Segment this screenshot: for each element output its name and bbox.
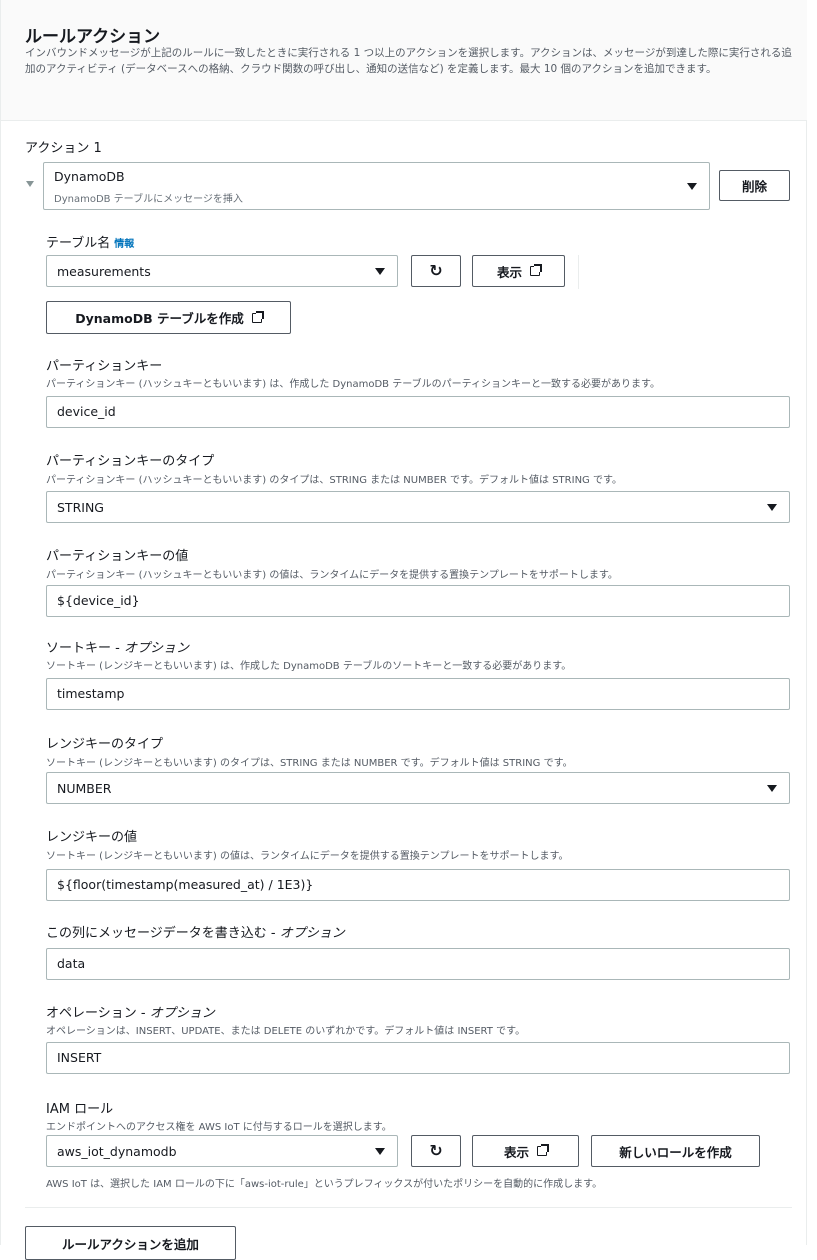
table-name-select[interactable]: measurements <box>46 255 398 287</box>
divider <box>578 255 579 289</box>
add-rule-action-label: ルールアクションを追加 <box>62 1237 199 1252</box>
partition-key-type-desc: パーティションキー (ハッシュキーともいいます) のタイプは、STRING また… <box>46 475 622 486</box>
partition-key-value-input[interactable]: ${device_id} <box>46 585 790 617</box>
partition-key-label: パーティションキー <box>46 359 163 374</box>
chevron-down-icon <box>687 183 697 190</box>
iam-role-label: IAM ロール <box>46 1102 114 1117</box>
create-table-label: DynamoDB テーブルを作成 <box>75 311 244 326</box>
refresh-icon: ↻ <box>429 261 443 280</box>
external-link-icon <box>537 1144 549 1156</box>
create-role-button[interactable]: 新しいロールを作成 <box>591 1135 760 1167</box>
refresh-icon: ↻ <box>429 1141 443 1160</box>
iam-role-desc: エンドポイントへのアクセス権を AWS IoT に付与するロールを選択します。 <box>46 1122 392 1133</box>
info-link[interactable]: 情報 <box>114 239 134 250</box>
table-name-label: テーブル名 情報 <box>46 232 134 251</box>
range-key-value-input[interactable]: ${floor(timestamp(measured_at) / 1E3)} <box>46 869 790 901</box>
range-key-type-select[interactable]: NUMBER <box>46 772 790 804</box>
external-link-icon <box>251 310 264 323</box>
range-key-type-label: レンジキーのタイプ <box>46 737 164 752</box>
optional-tag: オプション <box>279 926 345 941</box>
payload-column-label: この列にメッセージデータを書き込む - オプション <box>46 922 345 941</box>
action-service-desc: DynamoDB テーブルにメッセージを挿入 <box>54 194 243 205</box>
payload-column-label-text: この列にメッセージデータを書き込む - <box>46 926 280 941</box>
partition-key-value-desc: パーティションキー (ハッシュキーともいいます) の値は、ランタイムにデータを提… <box>46 570 618 581</box>
action-service-name: DynamoDB <box>54 169 125 184</box>
iam-role-value: aws_iot_dynamodb <box>57 1144 177 1159</box>
iam-role-select[interactable]: aws_iot_dynamodb <box>46 1135 398 1167</box>
view-role-button[interactable]: 表示 <box>472 1135 579 1167</box>
payload-column-input[interactable]: data <box>46 948 790 980</box>
collapse-caret-icon[interactable] <box>26 181 34 187</box>
panel-title: ルールアクション <box>25 27 161 47</box>
partition-key-input[interactable]: device_id <box>46 396 790 428</box>
optional-tag: オプション <box>149 1006 215 1021</box>
operation-label: オペレーション - オプション <box>46 1002 215 1021</box>
panel-description: インバウンドメッセージが上記のルールに一致したときに実行される 1 つ以上のアク… <box>25 47 792 75</box>
divider <box>25 1207 792 1208</box>
chevron-down-icon <box>767 785 777 792</box>
chevron-down-icon <box>767 504 777 511</box>
chevron-down-icon <box>375 1148 385 1155</box>
operation-label-text: オペレーション - <box>46 1006 150 1021</box>
range-key-value-label: レンジキーの値 <box>46 830 138 845</box>
view-role-label: 表示 <box>503 1144 529 1160</box>
refresh-role-button[interactable]: ↻ <box>411 1135 461 1167</box>
partition-key-value-label: パーティションキーの値 <box>46 549 189 564</box>
optional-tag: オプション <box>123 641 189 656</box>
range-key-type-desc: ソートキー (レンジキーともいいます) のタイプは、STRING または NUM… <box>46 758 573 769</box>
view-table-label: 表示 <box>496 264 522 280</box>
chevron-down-icon <box>375 268 385 275</box>
refresh-button[interactable]: ↻ <box>411 255 461 287</box>
sort-key-desc: ソートキー (レンジキーともいいます) は、作成した DynamoDB テーブル… <box>46 661 572 672</box>
sort-key-input[interactable]: timestamp <box>46 678 790 710</box>
add-rule-action-button[interactable]: ルールアクションを追加 <box>25 1226 236 1260</box>
sort-key-label-text: ソートキー - <box>46 641 124 656</box>
partition-key-desc: パーティションキー (ハッシュキーともいいます) は、作成した DynamoDB… <box>46 379 661 390</box>
partition-key-type-select[interactable]: STRING <box>46 491 790 523</box>
panel-header: ルールアクション インバウンドメッセージが上記のルールに一致したときに実行される… <box>1 0 807 121</box>
iam-role-note: AWS IoT は、選択した IAM ロールの下に「aws-iot-rule」と… <box>46 1179 603 1190</box>
table-name-label-text: テーブル名 <box>46 236 111 251</box>
operation-input[interactable]: INSERT <box>46 1042 790 1074</box>
range-key-value-desc: ソートキー (レンジキーともいいます) の値は、ランタイムにデータを提供する置換… <box>46 851 569 862</box>
delete-button[interactable]: 削除 <box>719 170 790 201</box>
rule-actions-panel: ルールアクション インバウンドメッセージが上記のルールに一致したときに実行される… <box>0 0 807 1260</box>
table-name-value: measurements <box>57 264 151 279</box>
external-link-icon <box>530 264 542 276</box>
view-table-button[interactable]: 表示 <box>472 255 565 287</box>
create-table-button[interactable]: DynamoDB テーブルを作成 <box>46 301 291 334</box>
action-label: アクション 1 <box>25 141 102 156</box>
action-type-select[interactable]: DynamoDB DynamoDB テーブルにメッセージを挿入 <box>43 162 710 210</box>
partition-key-type-value: STRING <box>57 500 104 515</box>
operation-desc: オペレーションは、INSERT、UPDATE、または DELETE のいずれかで… <box>46 1026 526 1037</box>
partition-key-type-label: パーティションキーのタイプ <box>46 454 215 469</box>
range-key-type-value: NUMBER <box>57 781 112 796</box>
sort-key-label: ソートキー - オプション <box>46 637 189 656</box>
